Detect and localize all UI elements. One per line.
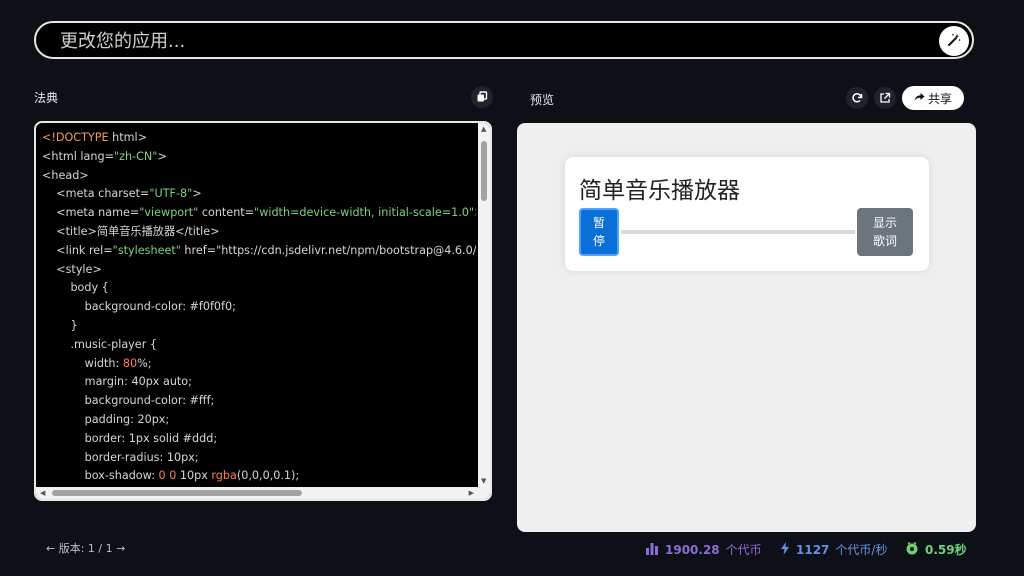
code-panel-title: 法典: [34, 91, 59, 105]
code-line: padding: 20px;: [42, 412, 170, 426]
player-title: 简单音乐播放器: [579, 178, 740, 204]
copy-button[interactable]: [471, 86, 493, 108]
code-line: <style>: [42, 262, 102, 276]
code-line: <link rel="stylesheet" href="https://cdn…: [42, 243, 476, 257]
external-link-icon: [879, 89, 891, 108]
total-cost-value: 1900.28: [665, 542, 720, 557]
scroll-up-icon[interactable]: ▲: [481, 125, 486, 133]
code-line: .music-player {: [42, 337, 157, 351]
code-line: background-color: #fff;: [42, 394, 215, 408]
code-line: <head>: [42, 168, 89, 182]
horizontal-scrollbar[interactable]: ◀ ▶: [36, 487, 490, 499]
refresh-button[interactable]: [846, 87, 868, 109]
pause-label: 暂停: [592, 216, 605, 248]
magic-wand-icon: [947, 32, 961, 51]
version-nav[interactable]: ← 版本: 1 / 1 →: [46, 540, 125, 556]
prompt-bar[interactable]: 更改您的应用...: [34, 21, 974, 59]
open-external-button[interactable]: [874, 87, 896, 109]
code-line: <meta charset="UTF-8">: [42, 187, 202, 201]
code-line: margin: 40px auto;: [42, 375, 192, 389]
magic-wand-button[interactable]: [939, 26, 969, 56]
vertical-scrollbar[interactable]: ▲ ▼: [478, 123, 490, 487]
pause-button[interactable]: 暂停: [579, 208, 619, 256]
code-content: <!DOCTYPE html> <html lang="zh-CN"> <head>…: [42, 129, 476, 485]
lightning-icon: [780, 541, 790, 558]
rate-value: 1127: [796, 542, 830, 557]
total-cost-unit: 个代币: [725, 543, 762, 557]
show-lyrics-button[interactable]: 显示 歌词: [857, 208, 913, 256]
rate-stat: 1127 个代币/秒: [780, 541, 887, 558]
code-line: <html lang="zh-CN">: [42, 149, 167, 163]
share-button[interactable]: 共享: [902, 86, 964, 110]
rate-unit: 个代币/秒: [835, 543, 888, 557]
scroll-left-icon[interactable]: ◀: [40, 489, 45, 497]
prompt-input[interactable]: 更改您的应用...: [60, 27, 185, 53]
preview-frame[interactable]: 简单音乐播放器 暂停 显示 歌词: [517, 123, 976, 532]
bar-chart-icon: [645, 542, 659, 558]
vertical-scroll-thumb[interactable]: [481, 141, 487, 201]
code-line: <title>简单音乐播放器</title>: [42, 224, 220, 238]
lyrics-label: 显示 歌词: [872, 216, 897, 248]
refresh-icon: [851, 89, 863, 108]
horizontal-scroll-thumb[interactable]: [52, 490, 302, 496]
share-arrow-icon: [914, 91, 925, 105]
time-value: 0.59秒: [925, 543, 967, 557]
code-line: <!DOCTYPE html>: [42, 131, 147, 144]
code-line: box-shadow: 0 0 10px rgba(0,0,0,0.1);: [42, 469, 300, 483]
copy-icon: [476, 88, 488, 107]
preview-panel-title: 预览: [530, 93, 555, 107]
code-line: }: [42, 318, 78, 332]
share-label: 共享: [927, 91, 952, 106]
progress-bar[interactable]: [621, 230, 855, 234]
scroll-right-icon[interactable]: ▶: [469, 489, 474, 497]
code-line: width: 80%;: [42, 356, 152, 370]
code-line: background-color: #f0f0f0;: [42, 300, 236, 314]
code-line: body {: [42, 281, 109, 295]
code-line: border: 1px solid #ddd;: [42, 431, 218, 445]
music-player-card: 简单音乐播放器 暂停 显示 歌词: [565, 157, 929, 271]
time-stat: 0.59秒: [905, 541, 967, 558]
speed-icon: [905, 541, 919, 558]
scroll-down-icon[interactable]: ▼: [481, 477, 486, 485]
code-line: <meta name="viewport" content="width=dev…: [42, 206, 476, 220]
code-editor[interactable]: <!DOCTYPE html> <html lang="zh-CN"> <head>…: [34, 121, 492, 501]
code-line: border-radius: 10px;: [42, 450, 199, 464]
total-cost-stat: 1900.28 个代币: [645, 541, 762, 558]
